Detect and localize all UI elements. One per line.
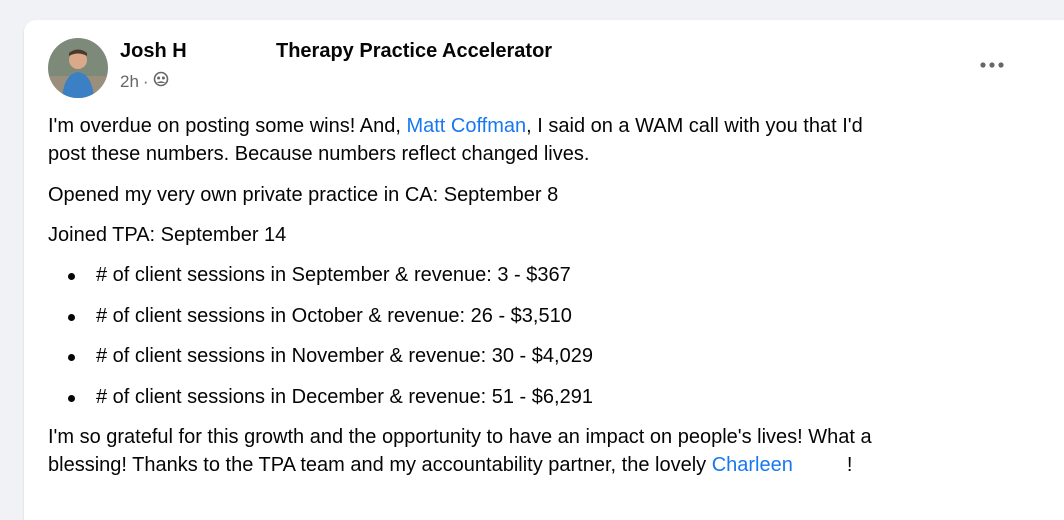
author-avatar[interactable]	[48, 38, 108, 98]
group-name[interactable]: Therapy Practice Accelerator	[276, 40, 552, 63]
group-audience-icon	[153, 71, 169, 92]
bullet-icon	[68, 394, 75, 402]
more-options-icon	[980, 62, 1004, 68]
bullet-icon	[68, 273, 75, 280]
meta-separator: ·	[142, 71, 149, 91]
gratitude-line2: blessing! Thanks to the TPA team and my …	[48, 454, 712, 476]
bullet-icon	[68, 354, 75, 361]
post-timestamp[interactable]: 2h	[120, 72, 139, 92]
author-name[interactable]: Josh H	[120, 40, 187, 63]
post-body: I'm overdue on posting some wins! And, M…	[48, 112, 1028, 479]
intro-text-cont: , I said on a WAM call with you that I'd	[526, 115, 863, 137]
list-item-text: # of client sessions in December & reven…	[96, 385, 593, 408]
post-paragraph-gratitude: I'm so grateful for this growth and the …	[48, 423, 1028, 479]
wins-list: # of client sessions in September & reve…	[48, 261, 1028, 411]
list-item-text: # of client sessions in November & reven…	[96, 345, 593, 367]
gratitude-line1: I'm so grateful for this growth and the …	[48, 426, 872, 448]
post-paragraph-intro: I'm overdue on posting some wins! And, M…	[48, 112, 1028, 168]
post-paragraph-joined: Joined TPA: September 14	[48, 224, 287, 246]
more-options-button[interactable]	[972, 50, 1014, 80]
mention-charleen[interactable]: Charleen	[712, 454, 793, 476]
bullet-icon	[68, 313, 75, 321]
mention-matt-coffman[interactable]: Matt Coffman	[406, 115, 526, 137]
avatar-photo	[48, 38, 108, 98]
post-card: Josh H Therapy Practice Accelerator 2h ·…	[24, 20, 1064, 520]
list-item: # of client sessions in October & revenu…	[48, 302, 1028, 330]
intro-text-line2: post these numbers. Because numbers refl…	[48, 143, 590, 165]
post-meta: 2h ·	[120, 71, 169, 92]
list-item-text: # of client sessions in September & reve…	[96, 264, 571, 286]
list-item-text: # of client sessions in October & revenu…	[96, 304, 572, 327]
list-item: # of client sessions in December & reven…	[48, 383, 1028, 411]
post-paragraph-opened: Opened my very own private practice in C…	[48, 184, 559, 206]
list-item: # of client sessions in November & reven…	[48, 342, 1028, 370]
gratitude-end: !	[846, 454, 853, 476]
list-item: # of client sessions in September & reve…	[48, 261, 1028, 289]
intro-text: I'm overdue on posting some wins! And,	[48, 115, 407, 137]
